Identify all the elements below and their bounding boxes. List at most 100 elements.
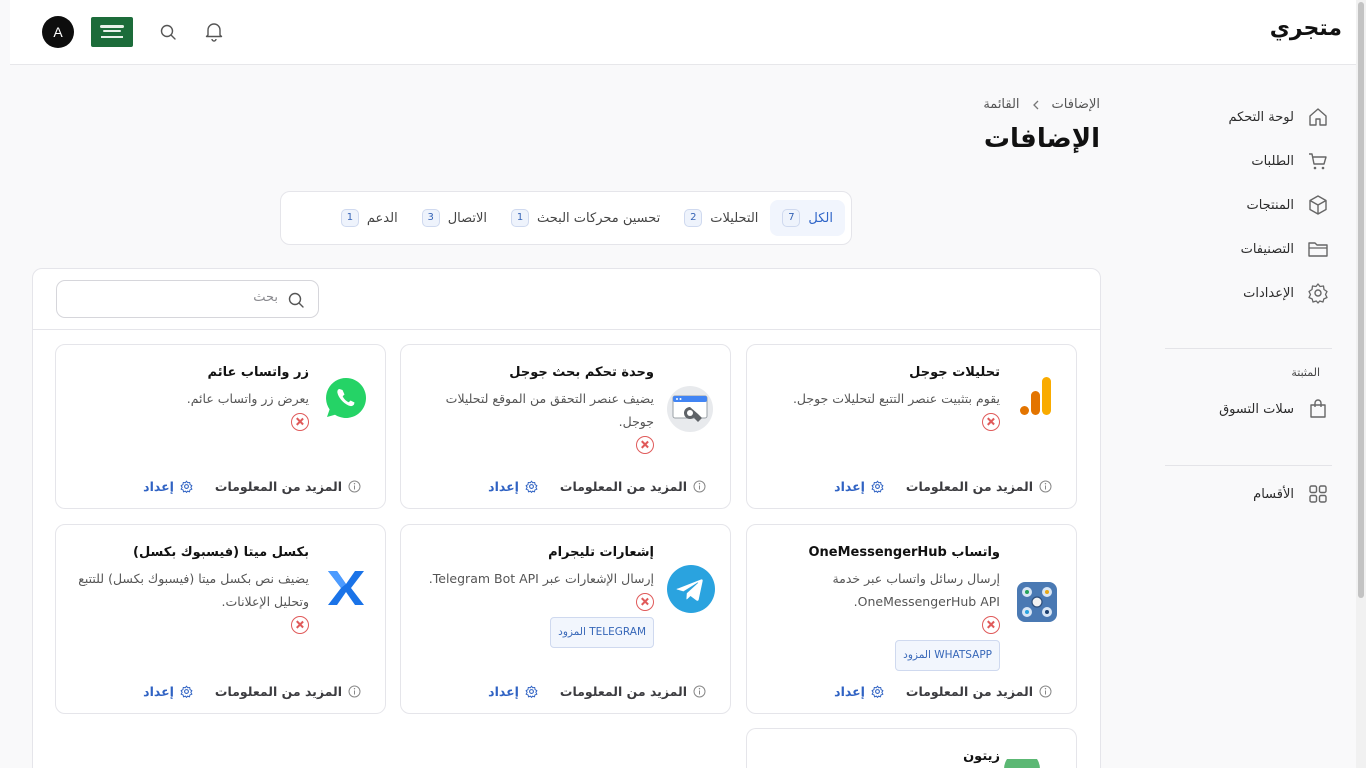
search-input[interactable]: [78, 290, 278, 305]
disabled-status-icon: [982, 616, 1000, 634]
sidebar-item-label: الإعدادات: [1243, 285, 1294, 301]
more-info-link[interactable]: المزيد من المعلومات: [906, 684, 1052, 699]
breadcrumb-root-link[interactable]: الإضافات: [1052, 97, 1100, 112]
gear-icon: [871, 685, 884, 698]
info-icon: [693, 480, 706, 492]
tab-communication[interactable]: الاتصال 3: [410, 200, 499, 236]
plugin-description: يقوم بتثبيت عنصر التتبع لتحليلات جوجل.: [792, 391, 1000, 406]
more-info-link[interactable]: المزيد من المعلومات: [560, 479, 706, 494]
more-info-label: المزيد من المعلومات: [559, 478, 687, 494]
plugin-title: تحليلات جوجل: [909, 365, 1000, 380]
sidebar-divider: [1165, 348, 1332, 349]
onemessengerhub-icon: [1017, 582, 1057, 622]
tab-analytics[interactable]: التحليلات 2: [672, 200, 770, 236]
meta-icon: [328, 571, 364, 605]
sidebar-item-sections[interactable]: الأقسام: [1253, 482, 1330, 506]
disabled-status-icon: [982, 413, 1000, 431]
info-icon: [348, 685, 361, 697]
setup-button[interactable]: إعداد: [143, 684, 193, 699]
tab-count-badge: 1: [511, 209, 530, 227]
sidebar-item-carts[interactable]: سلات التسوق: [1219, 397, 1330, 421]
bag-icon: [1310, 399, 1326, 418]
whatsapp-icon: [326, 378, 367, 418]
tab-count-badge: 1: [340, 209, 359, 227]
more-info-link[interactable]: المزيد من المعلومات: [906, 479, 1052, 494]
tab-support[interactable]: الدعم 1: [329, 200, 410, 236]
language-flag-icon[interactable]: [91, 17, 133, 47]
plugin-description: يضيف نص بكسل ميتا (فيسبوك بكسل) للتتبع و…: [78, 571, 309, 609]
sidebar-item-settings[interactable]: الإعدادات: [1200, 271, 1330, 315]
breadcrumb-current: القائمة: [983, 97, 1020, 112]
more-info-label: المزيد من المعلومات: [214, 478, 342, 494]
plugin-title: واتساب OneMessengerHub: [808, 545, 1000, 560]
tab-count-badge: 7: [782, 209, 801, 227]
grid-icon: [1309, 485, 1327, 503]
setup-button[interactable]: إعداد: [143, 479, 193, 494]
sidebar-item-orders[interactable]: الطلبات: [1200, 139, 1330, 183]
sidebar-item-products[interactable]: المنتجات: [1200, 183, 1330, 227]
more-info-label: المزيد من المعلومات: [905, 478, 1033, 494]
sidebar-pinned-heading: المثبتة: [1291, 366, 1320, 379]
plugin-card-onemessengerhub: واتساب OneMessengerHub إرسال رسائل واتسا…: [746, 524, 1077, 714]
search-icon[interactable]: [156, 20, 180, 44]
sidebar-item-label: التصنيفات: [1240, 241, 1294, 257]
scrollbar-thumb[interactable]: [1358, 2, 1364, 598]
gear-icon: [525, 480, 538, 493]
more-info-label: المزيد من المعلومات: [214, 683, 342, 699]
disabled-status-icon: [636, 436, 654, 454]
chevron-left-icon: [1032, 100, 1039, 109]
disabled-status-icon: [291, 616, 309, 634]
setup-button[interactable]: إعداد: [834, 684, 884, 699]
cart-icon: [1309, 153, 1327, 170]
gear-icon: [180, 685, 193, 698]
plugin-card-zaytoon: زيتون: [746, 728, 1077, 768]
brand-logo[interactable]: متجري: [1270, 16, 1342, 41]
setup-button[interactable]: إعداد: [488, 479, 538, 494]
plugin-title: بكسل ميتا (فيسبوك بكسل): [133, 545, 309, 560]
box-icon: [1309, 195, 1327, 215]
sidebar-item-dashboard[interactable]: لوحة التحكم: [1200, 95, 1330, 139]
search-icon: [288, 292, 304, 308]
info-icon: [1039, 685, 1052, 697]
plugin-description: يعرض زر واتساب عائم.: [186, 391, 309, 406]
plugin-description: إرسال الإشعارات عبر Telegram Bot API.: [428, 571, 654, 586]
bell-icon[interactable]: [202, 19, 226, 43]
gear-icon: [1308, 283, 1328, 304]
google-analytics-icon: [1020, 377, 1051, 415]
top-bar: متجري A: [10, 0, 1366, 65]
tab-seo[interactable]: تحسين محركات البحث 1: [499, 200, 672, 236]
setup-button[interactable]: إعداد: [488, 684, 538, 699]
setup-label: إعداد: [488, 478, 519, 494]
plugin-card-search-console: وحدة تحكم بحث جوجل يضيف عنصر التحقق من ا…: [400, 344, 731, 509]
plugin-card-whatsapp-button: زر واتساب عائم يعرض زر واتساب عائم. المز…: [55, 344, 386, 509]
user-avatar[interactable]: A: [42, 16, 74, 48]
sidebar-item-label: لوحة التحكم: [1228, 109, 1294, 125]
setup-label: إعداد: [488, 683, 519, 699]
plugin-description: يضيف عنصر التحقق من الموقع لتحليلات جوجل…: [445, 391, 654, 429]
more-info-link[interactable]: المزيد من المعلومات: [215, 684, 361, 699]
gear-icon: [180, 480, 193, 493]
plugin-description: إرسال رسائل واتساب عبر خدمة OneMessenger…: [832, 571, 1000, 609]
plugin-card-telegram: إشعارات تليجرام إرسال الإشعارات عبر Tele…: [400, 524, 731, 714]
setup-button[interactable]: إعداد: [834, 479, 884, 494]
gear-icon: [525, 685, 538, 698]
home-icon: [1309, 108, 1327, 126]
plugin-title: وحدة تحكم بحث جوجل: [509, 365, 654, 380]
tab-count-badge: 3: [421, 209, 440, 227]
info-icon: [693, 685, 706, 697]
disabled-status-icon: [291, 413, 309, 431]
more-info-link[interactable]: المزيد من المعلومات: [215, 479, 361, 494]
info-icon: [1039, 480, 1052, 492]
sidebar-item-categories[interactable]: التصنيفات: [1200, 227, 1330, 271]
tab-all[interactable]: الكل 7: [770, 200, 845, 236]
breadcrumb: الإضافات القائمة: [983, 97, 1100, 112]
tab-label: الدعم: [366, 210, 398, 226]
search-box: [56, 280, 319, 318]
scrollbar[interactable]: [1356, 0, 1366, 768]
sidebar: لوحة التحكم الطلبات المنتجات التصنيفات ا…: [1200, 95, 1330, 315]
more-info-link[interactable]: المزيد من المعلومات: [560, 684, 706, 699]
sidebar-item-label: الطلبات: [1251, 153, 1294, 169]
provider-badge: WHATSAPP المزود: [895, 640, 1000, 671]
more-info-label: المزيد من المعلومات: [559, 683, 687, 699]
panel-header: [33, 269, 1100, 330]
